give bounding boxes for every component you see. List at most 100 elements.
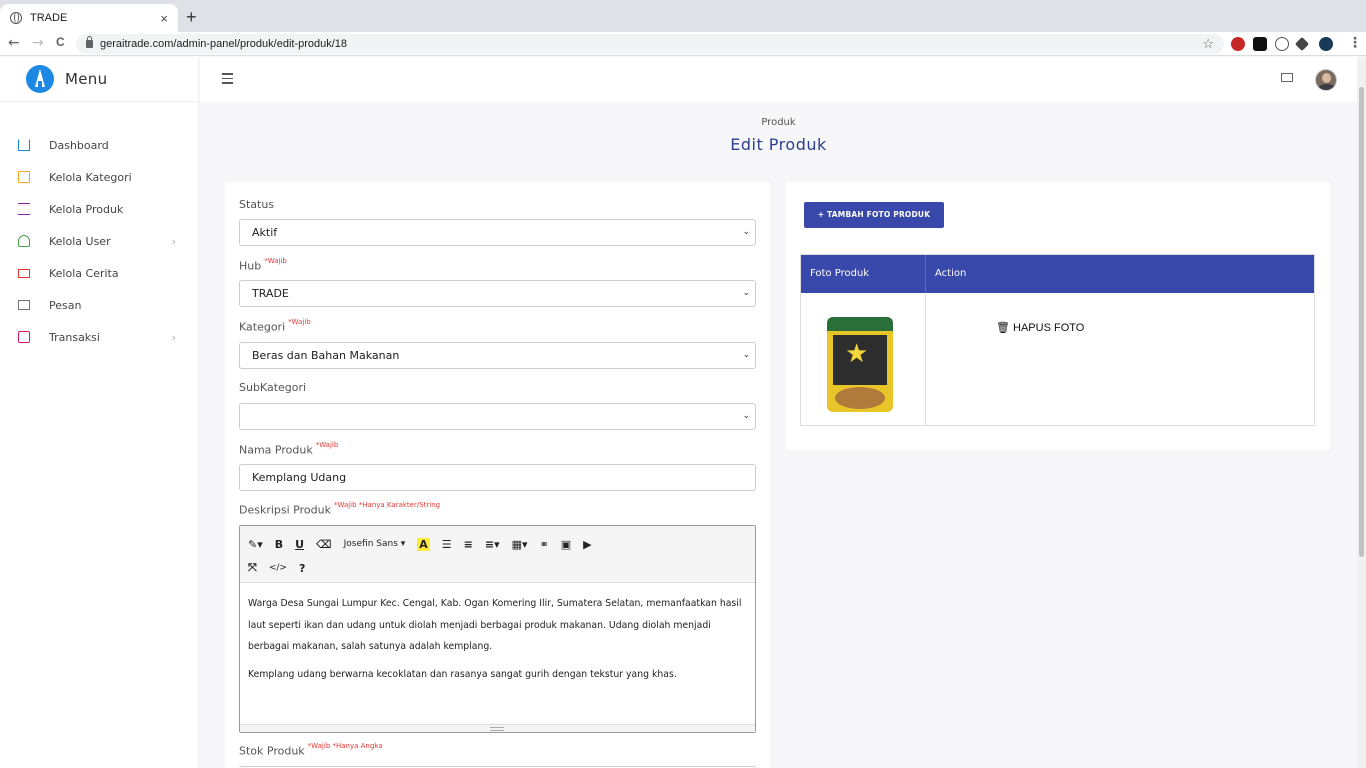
profile-avatar-icon[interactable] xyxy=(1319,37,1333,51)
help-icon[interactable]: ? xyxy=(299,562,305,575)
chevron-down-icon: ⌄ xyxy=(742,350,750,360)
page-title: Edit Produk xyxy=(730,135,827,154)
editor-resize-handle[interactable] xyxy=(240,724,755,732)
mail-icon[interactable] xyxy=(1281,73,1293,82)
product-photo-card: + TAMBAH FOTO PRODUK Foto Produk Action … xyxy=(786,182,1330,450)
browser-tabbar: TRADE × + xyxy=(0,0,1366,32)
breadcrumb: Produk xyxy=(761,117,796,128)
status-value: Aktif xyxy=(252,226,278,239)
sidebar-item-kelola-produk[interactable]: Kelola Produk xyxy=(0,193,198,225)
hamburger-menu-icon[interactable] xyxy=(222,73,233,87)
cart-icon xyxy=(18,203,30,215)
code-view-icon[interactable]: </> xyxy=(269,563,287,573)
sidebar-item-dashboard[interactable]: Dashboard xyxy=(0,129,198,161)
new-tab-button[interactable]: + xyxy=(186,7,197,28)
address-bar: ← → C geraitrade.com/admin-panel/produk/… xyxy=(0,32,1366,56)
table-icon[interactable]: ▦▾ xyxy=(512,538,528,551)
ordered-list-icon[interactable]: ≡ xyxy=(464,538,473,551)
link-icon[interactable]: ⚭ xyxy=(540,538,549,551)
fullscreen-icon[interactable]: ⤧ xyxy=(248,561,257,575)
editor-content[interactable]: Warga Desa Sungai Lumpur Kec. Cengal, Ka… xyxy=(240,583,755,701)
topbar xyxy=(200,57,1357,102)
url-input[interactable]: geraitrade.com/admin-panel/produk/edit-p… xyxy=(76,34,1224,54)
video-icon[interactable]: ▶ xyxy=(583,538,591,551)
chevron-down-icon: ⌄ xyxy=(742,227,750,237)
brand[interactable]: Menu xyxy=(0,57,198,102)
hub-value: TRADE xyxy=(252,287,289,300)
subkategori-select[interactable]: ⌄ xyxy=(239,403,756,430)
sidebar-item-label: Kelola Cerita xyxy=(49,266,119,280)
chevron-down-icon: ⌄ xyxy=(742,288,750,298)
url-text: geraitrade.com/admin-panel/produk/edit-p… xyxy=(100,38,348,50)
brand-title: Menu xyxy=(65,70,108,88)
extension-recycle-icon[interactable] xyxy=(1275,37,1289,51)
browser-menu-icon[interactable]: ⋮ xyxy=(1348,35,1362,51)
stok-label: Stok Produk *Wajib *Hanya Angka xyxy=(239,742,383,758)
photo-table-header: Foto Produk Action xyxy=(801,255,1314,293)
chevron-right-icon: › xyxy=(171,234,176,248)
magic-style-icon[interactable]: ✎▾ xyxy=(248,538,263,551)
deskripsi-label: Deskripsi Produk *Wajib *Hanya Karakter/S… xyxy=(239,501,441,517)
status-label: Status xyxy=(239,198,275,211)
avatar[interactable] xyxy=(1315,69,1337,91)
globe-icon xyxy=(10,12,22,24)
sidebar-item-pesan[interactable]: Pesan xyxy=(0,289,198,321)
add-photo-button[interactable]: + TAMBAH FOTO PRODUK xyxy=(804,202,944,228)
column-header-photo: Foto Produk xyxy=(801,255,926,293)
kategori-label: Kategori *Wajib xyxy=(239,318,311,334)
bold-button[interactable]: B xyxy=(275,538,283,551)
page-scrollbar[interactable] xyxy=(1357,57,1366,768)
sidebar-item-kelola-kategori[interactable]: Kelola Kategori xyxy=(0,161,198,193)
required-note: *Wajib xyxy=(288,318,311,326)
image-icon[interactable]: ▣ xyxy=(561,538,571,551)
extension-dark-icon[interactable] xyxy=(1253,37,1267,51)
required-note: *Wajib *Hanya Angka xyxy=(307,742,383,750)
extension-shield-icon[interactable] xyxy=(1231,37,1245,51)
product-photo: ★ xyxy=(827,317,893,412)
align-icon[interactable]: ≡▾ xyxy=(485,538,500,551)
subkategori-label: SubKategori xyxy=(239,381,307,394)
status-select[interactable]: Aktif ⌄ xyxy=(239,219,756,246)
kategori-select[interactable]: Beras dan Bahan Makanan ⌄ xyxy=(239,342,756,369)
forward-button[interactable]: → xyxy=(32,35,44,51)
product-form-card: Status Aktif ⌄ Hub *Wajib TRADE ⌄ Kategor… xyxy=(225,182,770,768)
action-cell: 🗑 HAPUS FOTO xyxy=(926,293,1314,425)
chevron-right-icon: › xyxy=(171,330,176,344)
delete-photo-button[interactable]: 🗑 HAPUS FOTO xyxy=(996,321,1084,334)
layers-icon xyxy=(18,171,30,183)
nama-produk-label: Nama Produk *Wajib xyxy=(239,441,339,457)
eraser-icon[interactable]: ⌫ xyxy=(316,538,332,551)
lock-icon xyxy=(86,36,93,48)
sidebar-item-label: Kelola Produk xyxy=(49,202,124,216)
unordered-list-icon[interactable]: ☰ xyxy=(442,538,452,551)
font-family-select[interactable]: Josefin Sans ▾ xyxy=(344,539,406,549)
hub-select[interactable]: TRADE ⌄ xyxy=(239,280,756,307)
reload-button[interactable]: C xyxy=(56,35,65,49)
nama-produk-value: Kemplang Udang xyxy=(252,471,347,484)
table-row: ★ 🗑 HAPUS FOTO xyxy=(801,293,1314,425)
kategori-value: Beras dan Bahan Makanan xyxy=(252,349,400,362)
user-icon xyxy=(18,235,30,247)
sidebar-item-label: Transaksi xyxy=(49,330,100,344)
photo-cell: ★ xyxy=(801,293,926,425)
browser-tab[interactable]: TRADE × xyxy=(0,4,178,32)
bookmark-star-icon[interactable]: ☆ xyxy=(1202,34,1214,54)
home-icon xyxy=(18,139,30,151)
scrollbar-thumb[interactable] xyxy=(1359,87,1364,557)
underline-button[interactable]: U xyxy=(295,538,304,551)
extensions-puzzle-icon[interactable] xyxy=(1294,36,1310,52)
column-header-action: Action xyxy=(935,268,967,279)
description-paragraph: Kemplang udang berwarna kecoklatan dan r… xyxy=(248,668,677,680)
chevron-down-icon: ⌄ xyxy=(742,411,750,421)
font-color-icon[interactable]: A xyxy=(417,537,430,551)
sidebar-item-kelola-cerita[interactable]: Kelola Cerita xyxy=(0,257,198,289)
tab-close-icon[interactable]: × xyxy=(160,11,168,26)
bag-icon xyxy=(18,331,30,343)
sidebar-item-kelola-user[interactable]: Kelola User › xyxy=(0,225,198,257)
hub-label: Hub *Wajib xyxy=(239,257,287,273)
back-button[interactable]: ← xyxy=(8,35,20,51)
nama-produk-input[interactable]: Kemplang Udang xyxy=(239,464,756,491)
description-paragraph: Warga Desa Sungai Lumpur Kec. Cengal, Ka… xyxy=(248,598,742,652)
sidebar-item-transaksi[interactable]: Transaksi › xyxy=(0,321,198,353)
required-note: *Wajib *Hanya Karakter/String xyxy=(333,501,441,509)
